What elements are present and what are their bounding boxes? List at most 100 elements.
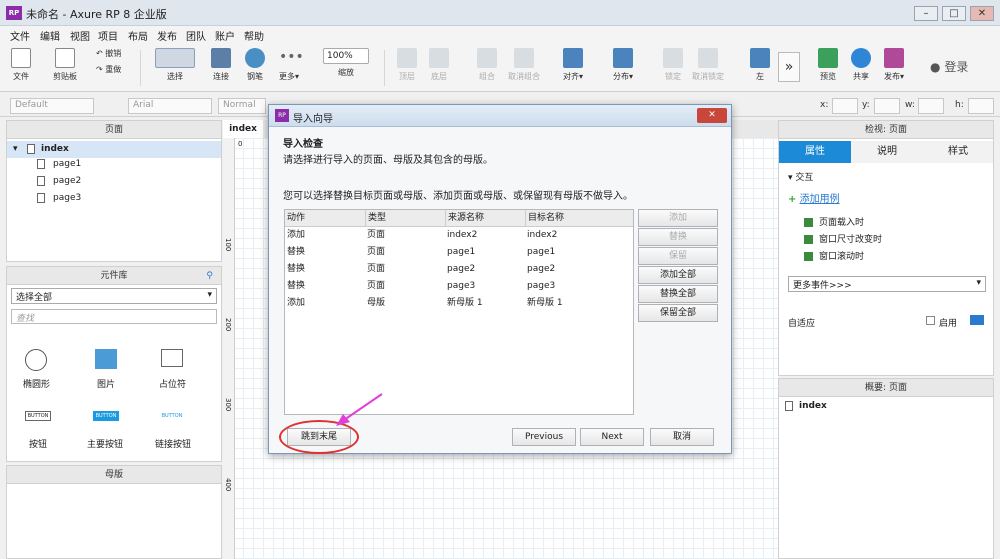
tree-item-label: index: [41, 144, 69, 154]
zoom-select[interactable]: 100%: [323, 48, 369, 64]
ellipse-widget-icon[interactable]: [25, 349, 47, 371]
clipboard-button[interactable]: 剪贴板: [50, 48, 80, 82]
library-search-input[interactable]: 查找: [11, 309, 217, 324]
menu-view[interactable]: 视图: [70, 28, 90, 43]
expand-toolbar-button[interactable]: »: [778, 52, 800, 82]
w-input[interactable]: [918, 98, 944, 114]
close-window-button[interactable]: ✕: [970, 6, 994, 21]
keep-all-button[interactable]: 保留全部: [638, 304, 718, 322]
add-button[interactable]: 添加: [638, 209, 718, 227]
preview-button[interactable]: 预览: [815, 48, 841, 82]
add-all-button[interactable]: 添加全部: [638, 266, 718, 284]
link-button-widget-icon[interactable]: BUTTON: [159, 411, 185, 421]
font-select[interactable]: Arial: [128, 98, 212, 114]
unlock-button[interactable]: 取消锁定: [690, 48, 726, 82]
more-button[interactable]: ••• 更多▾: [274, 48, 304, 82]
send-to-bottom-button[interactable]: 底层: [426, 48, 452, 82]
page-icon: [37, 159, 45, 169]
library-select[interactable]: 选择全部 ▾: [11, 288, 217, 304]
left-button[interactable]: 左: [748, 48, 772, 82]
table-row[interactable]: 添加 页面 index2 index2: [285, 227, 633, 244]
menu-publish[interactable]: 发布: [157, 28, 177, 43]
event-window-scroll[interactable]: 窗口滚动时: [804, 249, 864, 262]
app-logo: RP: [275, 109, 289, 122]
menu-file[interactable]: 文件: [10, 28, 30, 43]
dialog-close-button[interactable]: ✕: [697, 108, 727, 123]
distribute-button[interactable]: 分布▾: [610, 48, 636, 82]
event-window-resize[interactable]: 窗口尺寸改变时: [804, 232, 882, 245]
primary-button-widget-icon[interactable]: BUTTON: [93, 411, 119, 421]
ruler-label: 0: [238, 140, 243, 148]
search-icon[interactable]: ⚲: [206, 267, 213, 285]
library-panel-header: 元件库 ⚲: [7, 267, 221, 285]
share-button[interactable]: 共享: [848, 48, 874, 82]
add-case-link[interactable]: + 添加用例: [788, 190, 840, 205]
cancel-button[interactable]: 取消: [650, 428, 714, 446]
previous-button[interactable]: Previous: [512, 428, 576, 446]
menu-project[interactable]: 项目: [98, 28, 118, 43]
tree-item-label: page1: [53, 159, 82, 169]
placeholder-widget-icon[interactable]: [161, 349, 183, 367]
x-input[interactable]: [832, 98, 858, 114]
widget-label-image: 图片: [97, 380, 116, 390]
style-select[interactable]: Default: [10, 98, 94, 114]
more-events-select[interactable]: 更多事件>>> ▾: [788, 276, 986, 292]
table-row[interactable]: 添加 母版 新母版 1 新母版 1: [285, 295, 633, 312]
menu-edit[interactable]: 编辑: [40, 28, 60, 43]
tab-notes[interactable]: 说明: [851, 141, 923, 163]
select-button[interactable]: 选择: [150, 48, 200, 82]
tab-index[interactable]: index: [223, 120, 263, 138]
file-button[interactable]: 文件: [8, 48, 34, 82]
button-widget-icon[interactable]: BUTTON: [25, 411, 51, 421]
h-input[interactable]: [968, 98, 994, 114]
ungroup-button[interactable]: 取消组合: [506, 48, 542, 82]
next-button[interactable]: Next: [580, 428, 644, 446]
tab-properties[interactable]: 属性: [779, 141, 851, 163]
menu-team[interactable]: 团队: [186, 28, 206, 43]
adaptive-settings-icon[interactable]: [970, 315, 984, 325]
event-page-load[interactable]: 页面载入时: [804, 215, 864, 228]
menu-account[interactable]: 账户: [215, 28, 235, 43]
table-row[interactable]: 替换 页面 page3 page3: [285, 278, 633, 295]
publish-icon: [884, 48, 904, 68]
ruler-label: 100: [224, 238, 232, 252]
redo-button[interactable]: ↷ 重做: [96, 64, 126, 75]
page-icon: [785, 401, 793, 411]
minimize-button[interactable]: –: [914, 6, 938, 21]
widget-label-ellipse: 椭圆形: [23, 380, 51, 390]
table-row[interactable]: 替换 页面 page2 page2: [285, 261, 633, 278]
inspector-header: 检视: 页面: [779, 121, 993, 139]
align-button[interactable]: 对齐▾: [560, 48, 586, 82]
pen-button[interactable]: 钢笔: [242, 48, 268, 82]
connect-button[interactable]: 连接: [208, 48, 234, 82]
clipboard-icon: [55, 48, 75, 68]
tab-style[interactable]: 样式: [923, 141, 993, 163]
keep-button[interactable]: 保留: [638, 247, 718, 265]
lock-icon: [663, 48, 683, 68]
weight-select[interactable]: Normal: [218, 98, 266, 114]
replace-button[interactable]: 替换: [638, 228, 718, 246]
tree-item-label: page2: [53, 176, 82, 186]
zoom-control[interactable]: 100% 缩放: [322, 48, 370, 78]
table-cell: 母版: [367, 298, 386, 308]
group-button[interactable]: 组合: [474, 48, 500, 82]
interaction-section[interactable]: ▾ 交互: [788, 170, 813, 183]
replace-all-button[interactable]: 替换全部: [638, 285, 718, 303]
maximize-button[interactable]: □: [942, 6, 966, 21]
undo-button[interactable]: ↶ 撤销: [96, 48, 126, 59]
collapse-arrow-icon[interactable]: ▾: [13, 144, 18, 154]
login-button[interactable]: ● 登录: [930, 58, 968, 75]
menu-help[interactable]: 帮助: [244, 28, 264, 43]
y-input[interactable]: [874, 98, 900, 114]
enable-checkbox[interactable]: [926, 316, 935, 325]
table-cell: page3: [447, 281, 476, 291]
tree-item-index[interactable]: ▾ index: [7, 141, 221, 158]
outline-item-index[interactable]: index: [799, 401, 827, 411]
image-widget-icon[interactable]: [95, 349, 117, 369]
lock-button[interactable]: 锁定: [660, 48, 686, 82]
menu-layout[interactable]: 布局: [128, 28, 148, 43]
table-row[interactable]: 替换 页面 page1 page1: [285, 244, 633, 261]
ungroup-icon: [514, 48, 534, 68]
publish-button[interactable]: 发布▾: [880, 48, 908, 82]
bring-to-top-button[interactable]: 顶层: [394, 48, 420, 82]
